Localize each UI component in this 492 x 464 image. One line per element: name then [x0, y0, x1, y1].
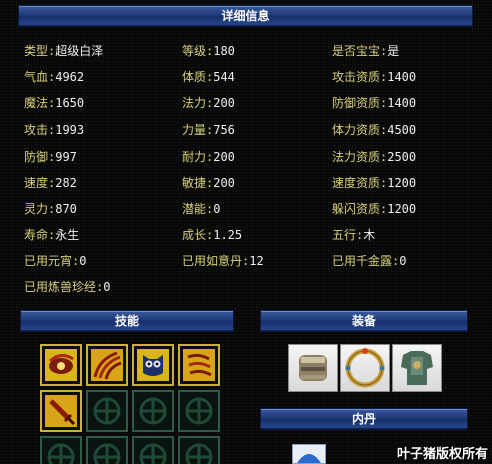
attr-used-ruyidan: 已用如意丹:12	[182, 254, 264, 268]
empty-slot-icon	[139, 443, 167, 464]
attr-speed-aptitude: 速度资质:1200	[332, 176, 417, 190]
empty-slot-icon	[47, 443, 75, 464]
empty-slot-icon	[93, 443, 121, 464]
equipment-title: 装备	[351, 314, 376, 328]
attr-level: 等级:180	[182, 44, 235, 58]
armor-icon	[401, 351, 433, 385]
skill-slot-empty[interactable]	[178, 436, 220, 464]
attr-strength: 力量:756	[182, 123, 235, 137]
detail-info-title: 详细信息	[221, 9, 270, 23]
skill-slot-empty[interactable]	[86, 390, 128, 432]
attr-used-yuanxiao: 已用元宵:0	[24, 254, 87, 268]
attr-endurance: 耐力:200	[182, 150, 235, 164]
skill-slot-empty[interactable]	[132, 436, 174, 464]
attr-magic-aptitude: 法力资质:2500	[332, 150, 417, 164]
empty-slot-icon	[139, 397, 167, 425]
attr-is-baby: 是否宝宝:是	[332, 44, 400, 58]
attr-attack: 攻击:1993	[24, 123, 85, 137]
attr-speed: 速度:282	[24, 176, 77, 190]
attr-constitution: 体质:544	[182, 70, 235, 84]
attr-attack-aptitude: 攻击资质:1400	[332, 70, 417, 84]
attr-dodge-aptitude: 躲闪资质:1200	[332, 202, 417, 216]
skill-slot[interactable]	[40, 344, 82, 386]
wave-skill-icon	[183, 349, 215, 381]
skills-title: 技能	[114, 314, 139, 328]
empty-slot-icon	[185, 443, 213, 464]
attr-lifespan: 寿命:永生	[24, 228, 80, 242]
skill-slot[interactable]	[40, 390, 82, 432]
empty-slot-icon	[93, 397, 121, 425]
equipment-title-bar: 装备	[260, 310, 468, 332]
skill-slot-empty[interactable]	[132, 390, 174, 432]
attr-growth: 成长:1.25	[182, 228, 243, 242]
attr-spirit: 灵力:870	[24, 202, 77, 216]
skill-slot[interactable]	[86, 344, 128, 386]
sword-skill-icon	[45, 395, 77, 427]
attr-element: 五行:木	[332, 228, 376, 242]
skill-slot[interactable]	[132, 344, 174, 386]
skill-slot-empty[interactable]	[178, 390, 220, 432]
skills-title-bar: 技能	[20, 310, 234, 332]
attr-hp: 气血:4962	[24, 70, 85, 84]
equipment-slot[interactable]	[392, 344, 442, 392]
attr-agility: 敏捷:200	[182, 176, 235, 190]
attr-defense: 防御:997	[24, 150, 77, 164]
attr-type: 类型:超级白泽	[24, 44, 104, 58]
claw-skill-icon	[91, 349, 123, 381]
eye-skill-icon	[45, 349, 77, 381]
attr-used-qianjinlu: 已用千金露:0	[332, 254, 407, 268]
owl-skill-icon	[137, 349, 169, 381]
empty-slot-icon	[185, 397, 213, 425]
attr-mp: 魔法:1650	[24, 96, 85, 110]
detail-info-title-bar: 详细信息	[18, 5, 473, 27]
attr-potential: 潜能:0	[182, 202, 221, 216]
bracer-icon	[299, 355, 327, 381]
attr-used-lianshou: 已用炼兽珍经:0	[24, 280, 111, 294]
skill-slot-empty[interactable]	[86, 436, 128, 464]
pet-detail-window: 详细信息 类型:超级白泽 等级:180 是否宝宝:是 气血:4962 体质:54…	[0, 0, 492, 464]
skill-slot[interactable]	[178, 344, 220, 386]
inner-pill-icon	[297, 454, 321, 463]
attr-defense-aptitude: 防御资质:1400	[332, 96, 417, 110]
ring-icon	[345, 348, 385, 388]
equipment-slot[interactable]	[340, 344, 390, 392]
inner-pill-title-bar: 内丹	[260, 408, 468, 430]
inner-pill-slot[interactable]	[292, 444, 326, 464]
equipment-slot[interactable]	[288, 344, 338, 392]
attr-stamina-aptitude: 体力资质:4500	[332, 123, 417, 137]
skill-slot-empty[interactable]	[40, 436, 82, 464]
inner-pill-title: 内丹	[351, 412, 376, 426]
watermark-text: 叶子猪版权所有	[396, 447, 488, 462]
attr-magic: 法力:200	[182, 96, 235, 110]
